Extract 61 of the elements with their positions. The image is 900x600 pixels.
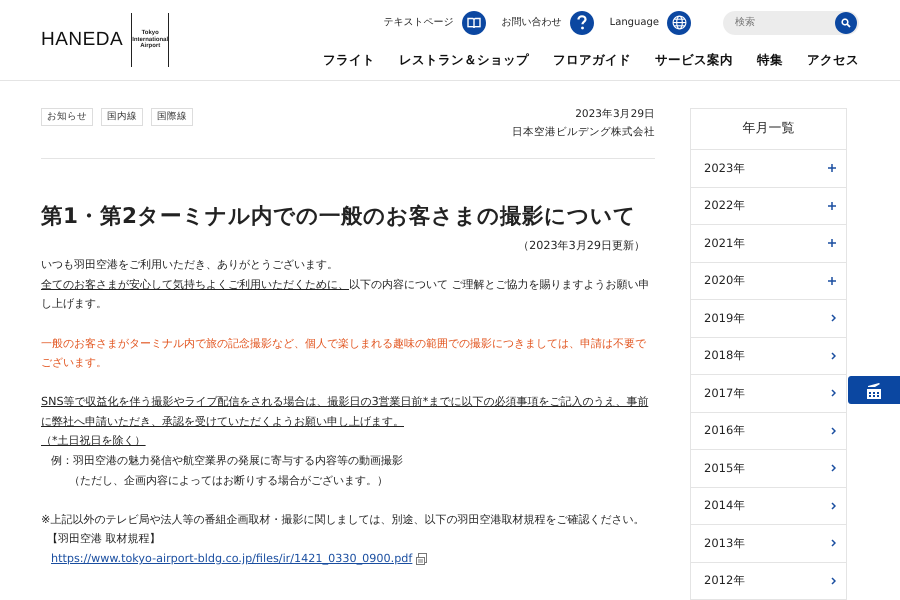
plus-icon [828, 202, 836, 210]
document-icon [416, 552, 428, 565]
chevron-icon [831, 352, 836, 360]
search-field[interactable]: 検索 [723, 10, 833, 35]
archive-title: 年月一覧 [691, 109, 846, 150]
year-item[interactable]: 2022年 [691, 188, 846, 225]
year-item[interactable]: 2012年 [691, 562, 846, 600]
nav-link[interactable]: アクセス [807, 50, 859, 70]
body-text: いつも羽田空港をご利用いただき、ありがとうございます。 [41, 257, 339, 274]
year-item[interactable]: 2014年 [691, 488, 846, 525]
utility-link[interactable]: お問い合わせ [502, 10, 594, 35]
update-date: （2023年3月29日更新） [517, 238, 646, 254]
utility-link[interactable]: Language [610, 10, 691, 35]
document-link[interactable]: https://www.tokyo-airport-bldg.co.jp/files/ir/1421_0330_0900.pdf [41, 549, 412, 569]
book-icon [466, 16, 481, 29]
year-item[interactable]: 2019年 [691, 300, 846, 338]
year-item[interactable]: 2013年 [691, 525, 846, 562]
body-text: SNS等で収益化を伴う撮影やライブ配信をされる場合は、撮影日の3営業日前*までに以下の必須事項をご記入のうえ、事前に弊社へ申請いただき、承認を受けていただくようお願い申し上げます。 [41, 395, 648, 428]
globe-icon [672, 15, 686, 30]
category-tag: 国内線 [101, 108, 143, 126]
example-note: （ただし、企画内容によってはお断りする場合がございます。） [68, 472, 389, 489]
plus-icon [828, 239, 836, 248]
year-item[interactable]: 2018年 [691, 338, 846, 375]
post-date: 2023年3月29日 [574, 107, 655, 122]
terminal-button[interactable] [848, 376, 900, 404]
body-text: 全てのお客さまが安心して気持ちよくご利用いただくために、以下の内容について ご理解とご協力を賜りますようお願い申し上げます。 [41, 276, 651, 312]
notice-text: 一般のお客さまがターミナル内で旅の記念撮影など、個人で楽しまれる趣味の範囲での撮影につきましては、申請は不要でございます。 [41, 336, 648, 372]
logo-text[interactable]: HANEDA [41, 26, 124, 54]
chevron-icon [831, 539, 836, 548]
year-item[interactable]: 2017年 [691, 375, 846, 412]
nav-link[interactable]: フロアガイド [553, 50, 631, 70]
example-text: 例：羽田空港の魅力発信や航空業界の発展に寄与する内容等の動画撮影 [50, 453, 404, 470]
section-label: 【羽田空港 取材規程】 [46, 531, 162, 548]
plus-icon [828, 164, 836, 172]
year-item[interactable]: 2016年 [691, 412, 846, 450]
body-text: ※上記以外のテレビ局や法人等の番組企画取材・撮影に関しましては、別途、以下の羽田空港取材規程をご確認ください。 [41, 512, 646, 528]
chevron-icon [831, 426, 836, 435]
year-item[interactable]: 2023年 [691, 150, 846, 188]
year-item[interactable]: 2015年 [691, 450, 846, 488]
chevron-icon [831, 502, 836, 510]
year-item[interactable]: 2020年 [691, 262, 846, 300]
chevron-icon [831, 464, 836, 472]
article-title: 第1・第2ターミナル内での一般のお客さまの撮影について [41, 204, 637, 230]
category-tag: 国際線 [151, 108, 193, 126]
chevron-icon [831, 314, 836, 322]
nav-link[interactable]: レストラン＆ショップ [399, 50, 529, 70]
plus-icon [828, 276, 836, 285]
utility-link[interactable]: テキストページ [384, 10, 486, 35]
chevron-icon [831, 576, 836, 585]
nav-link[interactable]: フライト [323, 50, 375, 70]
body-text: （*土日祝日を除く） [41, 434, 146, 448]
publisher: 日本空港ビルデング株式会社 [512, 125, 655, 140]
search-button[interactable] [833, 10, 859, 35]
question-icon [576, 15, 587, 30]
search-icon [835, 12, 857, 34]
category-tag: お知らせ [41, 108, 93, 126]
nav-link[interactable]: 特集 [757, 50, 783, 70]
year-item[interactable]: 2021年 [691, 225, 846, 262]
nav-link[interactable]: サービス案内 [655, 50, 733, 70]
airport-icon [864, 380, 884, 400]
chevron-icon [831, 389, 836, 398]
